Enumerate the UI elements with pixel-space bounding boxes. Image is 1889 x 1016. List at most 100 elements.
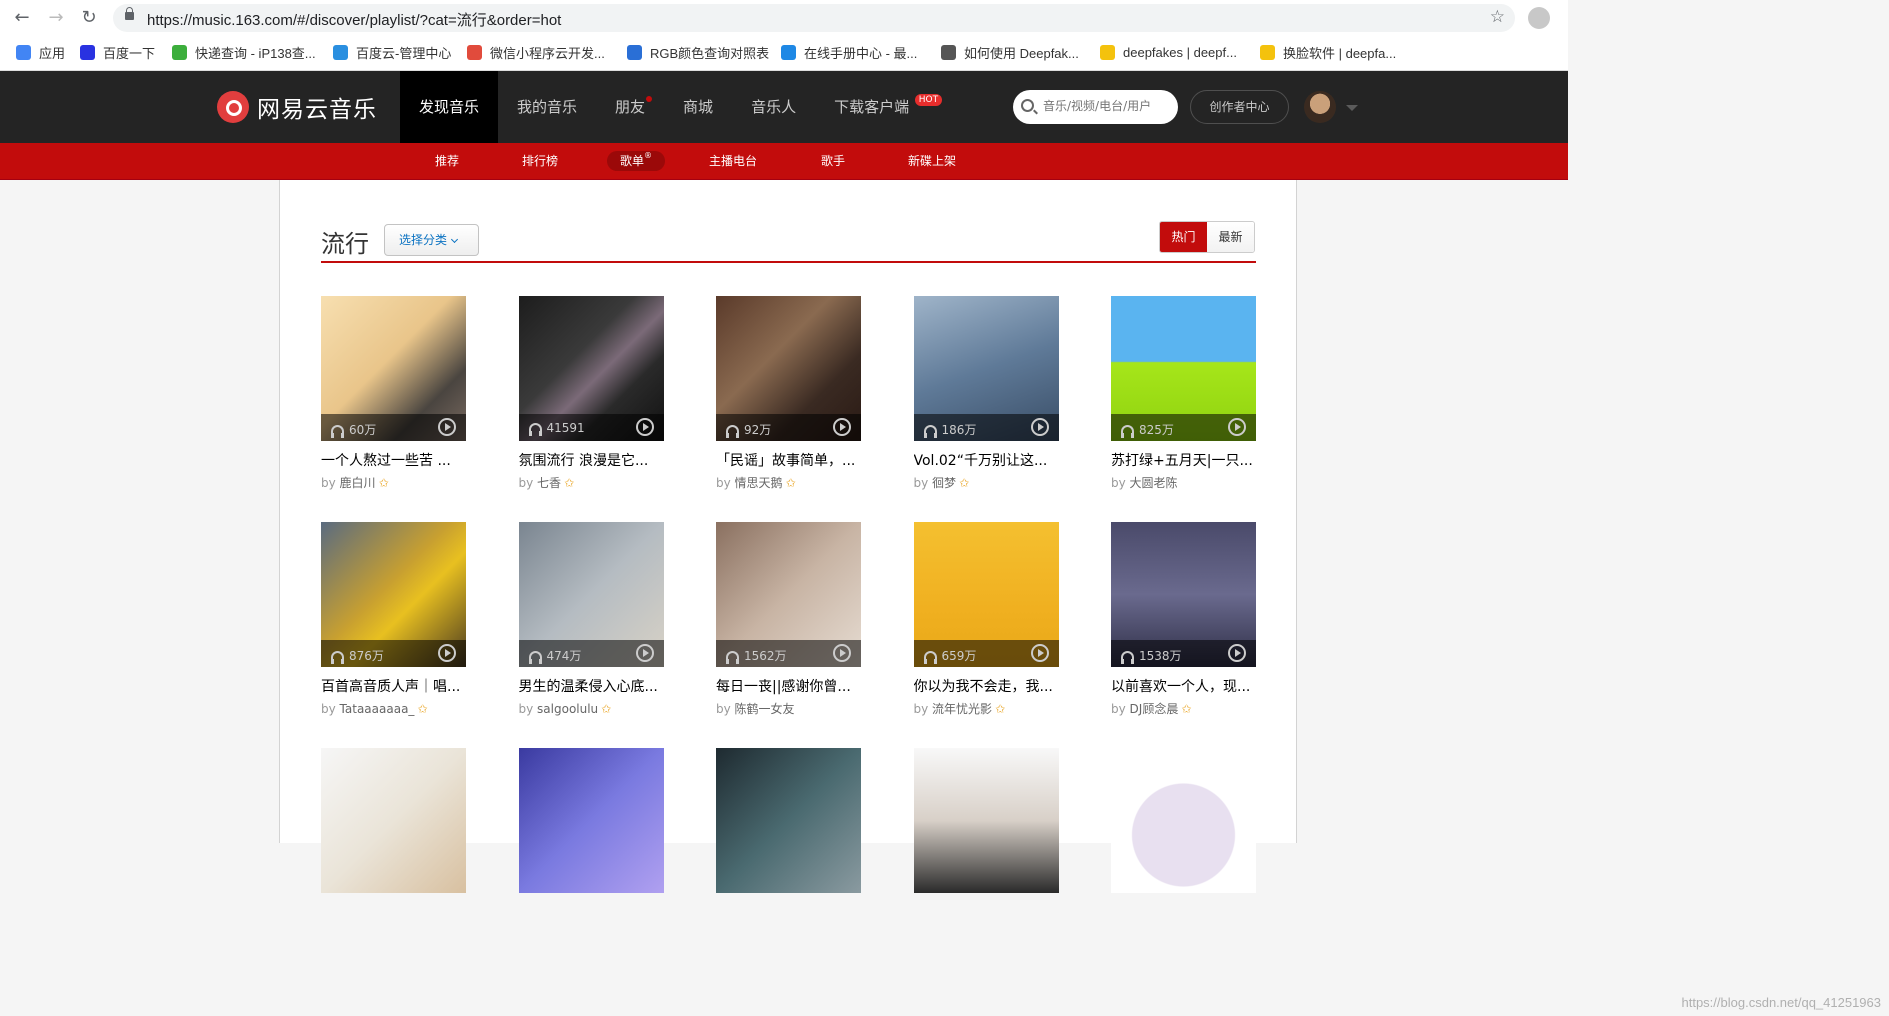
creator-name[interactable]: 徊梦 [932, 476, 956, 490]
order-new-button[interactable]: 最新 [1207, 222, 1254, 252]
creator-name[interactable]: 鹿白川 [340, 476, 376, 490]
bookmark-item[interactable]: RGB颜色查询对照表 [627, 42, 769, 62]
bookmark-item[interactable]: 百度一下 [80, 42, 155, 62]
playlist-cover[interactable] [518, 748, 664, 893]
playlist-title[interactable]: 男生的温柔侵入心底... [519, 677, 664, 697]
creator-name[interactable]: 大圆老陈 [1130, 476, 1178, 490]
playlist-cover[interactable] [716, 748, 861, 893]
play-icon[interactable] [438, 644, 456, 662]
bookmark-label: RGB颜色查询对照表 [650, 45, 770, 61]
by-prefix: by [518, 476, 534, 490]
bookmark-item[interactable]: 在线手册中心 - 最... [781, 42, 917, 62]
play-icon[interactable] [1030, 418, 1049, 436]
bookmark-favicon-icon [1100, 44, 1115, 60]
search-icon [1021, 99, 1034, 112]
play-icon[interactable] [635, 418, 654, 436]
playlist-title[interactable]: 以前喜欢一个人，现... [1111, 677, 1256, 697]
address-row: ← → ↻ https://music.163.com/#/discover/p… [0, 0, 1568, 36]
playlist-creator: by 陈鹤一女友 [716, 700, 861, 718]
play-icon[interactable] [635, 644, 654, 662]
playlist-title[interactable]: 一个人熬过一些苦 ... [321, 451, 466, 471]
nav-item[interactable]: 朋友 [596, 71, 664, 143]
bookmark-item[interactable]: 换脸软件 | deepfa... [1260, 42, 1396, 62]
avatar[interactable] [1304, 91, 1336, 123]
nav-item[interactable]: 音乐人 [732, 71, 815, 143]
subnav-item[interactable]: 歌单® [607, 151, 666, 171]
playlist-cover[interactable]: 92万 [716, 296, 861, 441]
playlist-cover[interactable]: 41591 [518, 296, 664, 441]
bookmark-item[interactable]: 微信小程序云开发... [467, 42, 605, 62]
bookmark-favicon-icon [333, 44, 348, 60]
order-hot-button[interactable]: 热门 [1160, 222, 1207, 252]
subnav-item[interactable]: 歌手 [808, 151, 858, 171]
subnav-item-label: 新碟上架 [908, 154, 957, 168]
playlist-cover[interactable]: 1562万 [716, 522, 861, 667]
play-icon[interactable] [1228, 644, 1246, 662]
select-category-button[interactable]: 选择分类 [384, 224, 479, 256]
url-text[interactable]: https://music.163.com/#/discover/playlis… [147, 9, 561, 30]
playlist-title[interactable]: 「民谣」故事简单，... [716, 451, 861, 471]
playlist-title[interactable]: 每日一丧||感谢你曾... [716, 677, 861, 697]
subnav-item[interactable]: 主播电台 [696, 151, 770, 171]
creator-center-button[interactable]: 创作者中心 [1190, 90, 1289, 124]
title-divider [321, 261, 1256, 263]
creator-name[interactable]: DJ顾念晨 [1130, 702, 1179, 716]
bookmark-item[interactable]: 百度云-管理中心 [333, 42, 451, 62]
reload-icon[interactable]: ↻ [77, 6, 101, 30]
subnav-item[interactable]: 排行榜 [509, 151, 571, 171]
playlist-cover[interactable]: 186万 [913, 296, 1059, 441]
site-header: 网易云音乐 发现音乐 我的音乐 朋友 商城 音乐人 下载客户端 HOT 创作者中心 [0, 71, 1568, 143]
play-icon[interactable] [438, 418, 456, 436]
forward-icon[interactable]: → [44, 6, 68, 30]
subnav-item[interactable]: 推荐 [422, 151, 472, 171]
playlist-cover[interactable] [321, 748, 466, 893]
playlist-cover[interactable]: 659万 [913, 522, 1059, 667]
creator-name[interactable]: Tataaaaaaa_ [340, 702, 415, 716]
nav-item[interactable]: 我的音乐 [498, 71, 596, 143]
creator-name[interactable]: 流年忧光影 [932, 702, 992, 716]
playlist-title[interactable]: 百首高音质人声｜唱... [321, 677, 466, 697]
caret-down-icon[interactable] [1346, 105, 1358, 111]
play-icon[interactable] [1228, 418, 1246, 436]
playlist-title[interactable]: 你以为我不会走，我... [914, 677, 1059, 697]
creator-name[interactable]: 情思天鹅 [735, 476, 783, 490]
bookmarks-bar: 应用 百度一下 快递查询 - iP138查... 百度云-管理中心 微信小程序云开发..… [0, 38, 1568, 66]
creator-name[interactable]: 陈鹤一女友 [735, 702, 795, 716]
playlist-cover[interactable] [913, 748, 1059, 893]
creator-name[interactable]: salgoolulu [537, 702, 598, 716]
playlist-cover[interactable]: 474万 [518, 522, 664, 667]
bookmark-item[interactable]: 如何使用 Deepfak... [941, 42, 1079, 62]
profile-icon[interactable] [1528, 7, 1550, 29]
playlist-cover[interactable]: 825万 [1111, 296, 1256, 441]
cover-info-bar: 60万 [321, 414, 466, 441]
back-icon[interactable]: ← [10, 6, 34, 30]
bookmark-favicon-icon [627, 44, 642, 60]
playlist-cover[interactable]: 876万 [321, 522, 466, 667]
search-input[interactable] [1043, 99, 1171, 113]
playlist-cover[interactable]: 1538万 [1111, 522, 1256, 667]
bookmark-item[interactable]: 应用 [16, 42, 65, 62]
playlist-title[interactable]: 苏打绿+五月天|一只... [1111, 451, 1256, 471]
play-icon[interactable] [1030, 644, 1049, 662]
creator-name[interactable]: 七香 [537, 476, 561, 490]
nav-item[interactable]: 下载客户端 HOT [815, 71, 943, 143]
bookmark-item[interactable]: deepfakes | deepf... [1100, 42, 1237, 62]
bookmark-label: 在线手册中心 - 最... [804, 45, 918, 61]
subnav-item[interactable]: 新碟上架 [895, 151, 969, 171]
sub-nav: 推荐 排行榜 歌单® 主播电台 歌手 新碟上架 [0, 143, 1568, 180]
play-icon[interactable] [833, 644, 851, 662]
bookmark-star-icon[interactable]: ☆ [1490, 7, 1505, 27]
nav-item[interactable]: 商城 [664, 71, 732, 143]
site-logo[interactable]: 网易云音乐 [217, 90, 377, 124]
playlist-title[interactable]: Vol.02“千万别让这... [914, 451, 1059, 471]
bookmark-item[interactable]: 快递查询 - iP138查... [172, 42, 316, 62]
address-bar[interactable]: https://music.163.com/#/discover/playlis… [113, 4, 1515, 32]
bookmark-favicon-icon [16, 44, 31, 60]
play-icon[interactable] [833, 418, 851, 436]
playlist-title[interactable]: 氛围流行 浪漫是它... [519, 451, 664, 471]
nav-item[interactable]: 发现音乐 [400, 71, 499, 143]
cover-info-bar: 1538万 [1111, 640, 1256, 667]
playlist-cover[interactable] [1111, 748, 1256, 893]
playlist-cover[interactable]: 60万 [321, 296, 466, 441]
search-box[interactable] [1013, 90, 1178, 124]
